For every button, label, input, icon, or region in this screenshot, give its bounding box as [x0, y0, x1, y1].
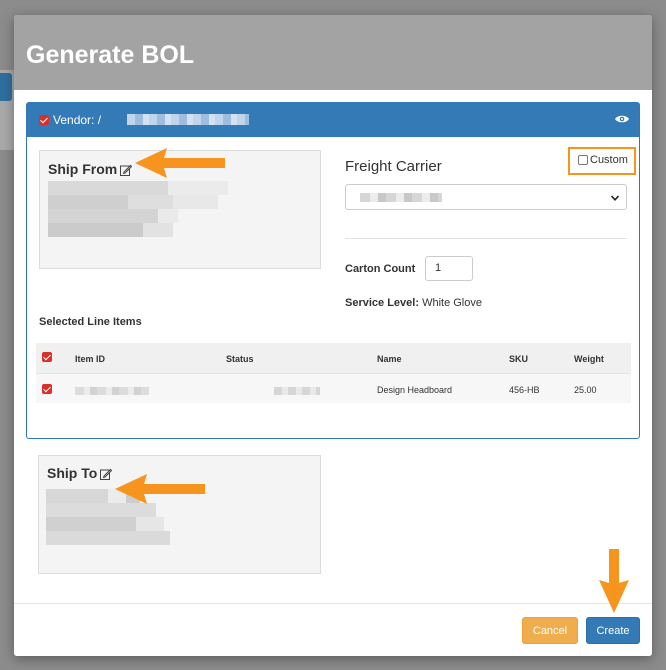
column-header-name[interactable]: Name	[377, 354, 402, 364]
modal-body: Vendor: / Ship From Freight Carrier Cust…	[14, 90, 652, 603]
vendor-panel-heading: Vendor: /	[27, 103, 639, 137]
vendor-name-redacted	[127, 114, 249, 125]
freight-carrier-label: Freight Carrier	[345, 158, 442, 175]
modal-header: Generate BOL	[14, 15, 652, 90]
column-header-weight[interactable]: Weight	[574, 354, 604, 364]
custom-checkbox-highlight: Custom	[568, 147, 636, 175]
arrow-annotation	[135, 148, 225, 178]
table-row[interactable]: Design Headboard 456-HB 25.00	[36, 373, 631, 403]
column-header-item-id[interactable]: Item ID	[75, 354, 105, 364]
column-header-status[interactable]: Status	[226, 354, 254, 364]
ship-from-address-redacted	[48, 181, 228, 241]
freight-carrier-value-redacted	[360, 193, 442, 202]
arrow-annotation	[599, 549, 629, 613]
row-name: Design Headboard	[377, 385, 453, 395]
ship-from-title: Ship From	[48, 161, 118, 177]
generate-bol-modal: Generate BOL Vendor: / Ship From Freight…	[14, 15, 652, 656]
arrow-annotation	[115, 474, 205, 504]
freight-carrier-select[interactable]	[345, 184, 627, 210]
vendor-label: Vendor: /	[53, 113, 102, 127]
select-all-checkbox[interactable]	[42, 352, 52, 362]
vendor-checkbox[interactable]	[39, 115, 49, 125]
modal-title: Generate BOL	[26, 41, 195, 69]
service-level-value: White Glove	[422, 297, 482, 309]
row-weight: 25.00	[574, 385, 597, 395]
edit-icon[interactable]	[120, 164, 132, 176]
carton-count-label: Carton Count	[345, 263, 416, 275]
carton-count-input[interactable]: 1	[425, 256, 473, 281]
modal-footer: Cancel Create	[14, 603, 652, 656]
custom-checkbox[interactable]	[578, 155, 588, 165]
status-redacted	[274, 387, 320, 395]
edit-icon[interactable]	[100, 468, 112, 480]
background-button	[0, 73, 12, 101]
item-id-redacted	[75, 387, 149, 395]
create-button[interactable]: Create	[586, 617, 640, 644]
cancel-button[interactable]: Cancel	[522, 617, 578, 644]
divider	[345, 238, 627, 239]
service-level-label: Service Level:	[345, 297, 419, 309]
custom-label: Custom	[590, 154, 628, 166]
table-header: Item ID Status Name SKU Weight	[36, 343, 631, 373]
service-level: Service Level: White Glove	[345, 297, 482, 309]
chevron-down-icon	[610, 195, 620, 201]
selected-line-items-label: Selected Line Items	[39, 316, 142, 328]
eye-icon[interactable]	[615, 114, 629, 124]
row-sku: 456-HB	[509, 385, 540, 395]
row-checkbox[interactable]	[42, 384, 52, 394]
vendor-panel: Vendor: / Ship From Freight Carrier Cust…	[26, 102, 640, 439]
line-items-table: Item ID Status Name SKU Weight Design He…	[36, 343, 631, 403]
ship-to-title: Ship To	[47, 465, 98, 481]
column-header-sku[interactable]: SKU	[509, 354, 528, 364]
